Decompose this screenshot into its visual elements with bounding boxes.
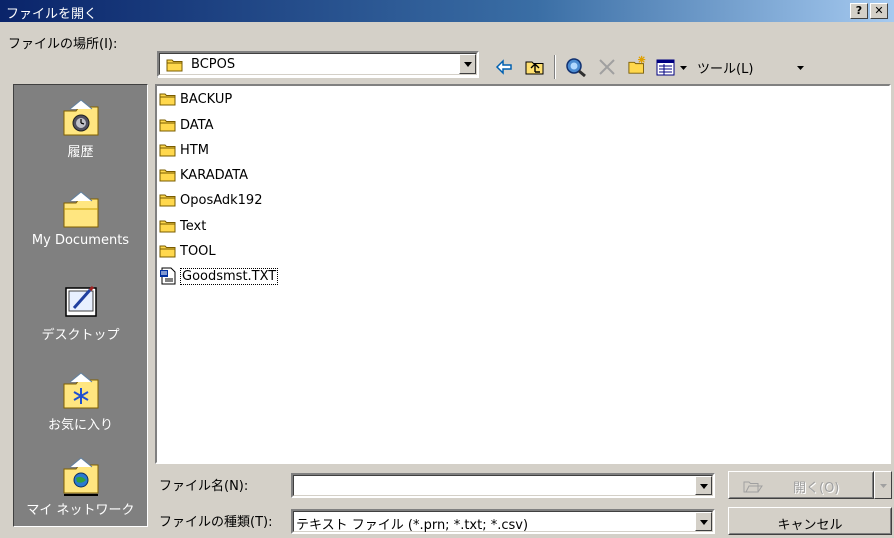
- new-folder-icon[interactable]: [627, 55, 649, 75]
- text-file-icon: [160, 267, 176, 285]
- list-item[interactable]: Goodsmst.TXT: [159, 264, 279, 288]
- file-name: Goodsmst.TXT: [180, 267, 279, 285]
- filetype-value: テキスト ファイル (*.prn; *.txt; *.csv): [296, 518, 529, 533]
- list-item[interactable]: KARADATA: [159, 163, 248, 187]
- views-dropdown-icon[interactable]: [680, 66, 687, 70]
- views-icon[interactable]: [656, 58, 676, 78]
- file-name: Text: [180, 218, 207, 234]
- folder-icon: [159, 93, 176, 106]
- place-desktop[interactable]: デスクトップ: [14, 280, 147, 343]
- place-my-documents[interactable]: My Documents: [14, 189, 147, 248]
- open-label: 開く(O): [793, 481, 840, 496]
- place-history[interactable]: 履歴: [14, 97, 147, 160]
- filename-combo[interactable]: [291, 473, 715, 498]
- search-web-icon[interactable]: [565, 57, 587, 77]
- file-name: KARADATA: [180, 167, 249, 183]
- filetype-dropdown-button[interactable]: [695, 512, 712, 531]
- place-network[interactable]: マイ ネットワーク: [14, 455, 147, 518]
- dialog-title: ファイルを開く: [6, 7, 98, 22]
- chevron-down-icon: [880, 484, 887, 488]
- place-favorites[interactable]: お気に入り: [14, 370, 147, 433]
- filetype-label: ファイルの種類(T):: [159, 515, 273, 530]
- chevron-down-icon: [700, 520, 708, 525]
- desktop-icon: [64, 285, 97, 317]
- up-folder-icon[interactable]: [525, 57, 545, 77]
- file-name: TOOL: [180, 243, 216, 259]
- favorites-icon: [63, 372, 98, 409]
- location-dropdown-button[interactable]: [459, 54, 476, 74]
- place-label: マイ ネットワーク: [26, 503, 135, 518]
- open-dropdown-button[interactable]: [874, 471, 892, 499]
- history-icon: [63, 99, 98, 136]
- folder-icon: [159, 144, 176, 157]
- location-label: ファイルの場所(I):: [8, 37, 118, 52]
- place-label: 履歴: [67, 145, 94, 160]
- list-item[interactable]: DATA: [159, 113, 214, 137]
- list-item[interactable]: OposAdk192: [159, 188, 262, 212]
- tools-dropdown-icon[interactable]: [797, 66, 804, 70]
- cancel-label: キャンセル: [777, 518, 843, 533]
- location-value: BCPOS: [191, 57, 236, 72]
- close-button[interactable]: ✕: [870, 3, 888, 19]
- my-documents-icon: [63, 191, 98, 228]
- location-combo-box[interactable]: BCPOS: [157, 51, 479, 77]
- cancel-button[interactable]: キャンセル: [728, 507, 892, 535]
- file-name: DATA: [180, 117, 214, 133]
- list-item[interactable]: HTM: [159, 138, 209, 162]
- filetype-combo[interactable]: テキスト ファイル (*.prn; *.txt; *.csv): [291, 509, 715, 534]
- place-label: お気に入り: [47, 418, 113, 433]
- back-arrow-icon[interactable]: [494, 57, 514, 77]
- file-name: OposAdk192: [180, 192, 263, 208]
- delete-icon[interactable]: [597, 57, 617, 77]
- folder-icon: [159, 220, 176, 233]
- open-button[interactable]: 開く(O): [728, 471, 874, 499]
- place-label: My Documents: [31, 233, 130, 248]
- toolbar-separator: [554, 55, 556, 79]
- chevron-down-icon: [700, 484, 708, 489]
- filename-label: ファイル名(N):: [159, 479, 249, 494]
- folder-icon: [159, 245, 176, 258]
- chevron-down-icon: [464, 62, 472, 67]
- list-item[interactable]: BACKUP: [159, 87, 232, 111]
- places-bar: 履歴 My Documents デスクトップ お気に入り マイ ネットワーク: [13, 84, 148, 527]
- help-button[interactable]: ?: [850, 3, 868, 19]
- list-item[interactable]: Text: [159, 214, 206, 238]
- file-list[interactable]: BACKUP DATA HTM KARADATA OposAdk192 Text…: [155, 84, 891, 464]
- folder-icon: [159, 119, 176, 132]
- file-name: BACKUP: [180, 91, 233, 107]
- folder-icon: [159, 169, 176, 182]
- network-icon: [63, 457, 98, 496]
- folder-icon: [159, 194, 176, 207]
- folder-icon: [166, 59, 183, 72]
- filename-dropdown-button[interactable]: [695, 476, 712, 495]
- file-name: HTM: [180, 142, 209, 158]
- title-bar[interactable]: ファイルを開く ? ✕: [0, 0, 894, 22]
- open-folder-icon: [743, 481, 763, 493]
- open-file-dialog: ファイルを開く ? ✕ ファイルの場所(I): BCPOS ツール(L) 履歴 …: [0, 0, 894, 538]
- list-item[interactable]: TOOL: [159, 239, 216, 263]
- place-label: デスクトップ: [41, 328, 120, 343]
- tools-menu[interactable]: ツール(L): [697, 58, 753, 77]
